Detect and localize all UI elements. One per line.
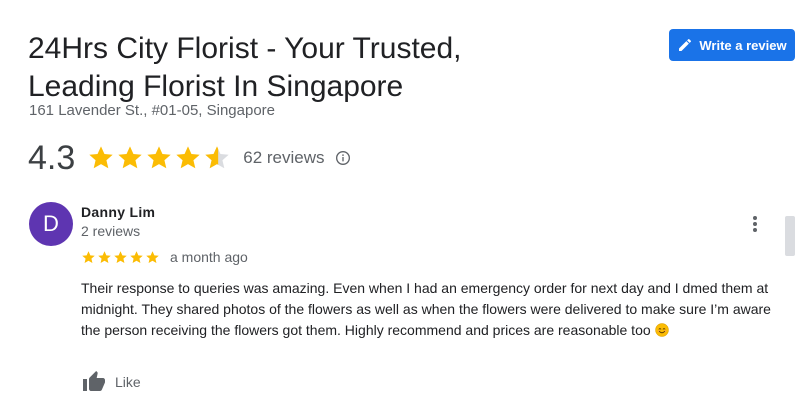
star-icon <box>114 250 127 263</box>
business-address: 161 Lavender St., #01-05, Singapore <box>29 102 276 119</box>
star-icon <box>82 250 95 263</box>
star-icon <box>118 146 142 169</box>
business-title-line-1: 24Hrs City Florist - Your Trusted, <box>28 32 462 65</box>
scrollbar-thumb[interactable] <box>785 216 795 256</box>
star-icon <box>89 146 113 169</box>
half-star-icon <box>205 146 229 169</box>
star-icon <box>147 146 171 169</box>
star-icon <box>130 250 143 263</box>
business-title: 24Hrs City Florist - Your Trusted, Leadi… <box>28 30 628 106</box>
pencil-icon <box>679 38 692 51</box>
place-reviews-panel: 24Hrs City Florist - Your Trusted, Leadi… <box>0 0 800 420</box>
star-icon <box>98 250 111 263</box>
rating-summary: 4.3 62 reviews <box>28 138 351 178</box>
info-icon[interactable] <box>335 150 351 166</box>
more-options-icon[interactable] <box>745 212 765 236</box>
review-date: a month ago <box>170 249 248 265</box>
review-rating-row: a month ago <box>81 249 248 265</box>
rating-value: 4.3 <box>28 138 76 177</box>
star-icon <box>176 146 200 169</box>
smiling-face-icon <box>654 323 669 337</box>
thumbs-up-icon <box>83 371 105 391</box>
write-review-button[interactable]: Write a review <box>669 29 795 61</box>
star-icon <box>146 250 159 263</box>
rating-stars <box>87 144 231 172</box>
reviewer-name[interactable]: Danny Lim <box>81 204 155 220</box>
like-label: Like <box>115 374 141 390</box>
business-title-line-2: Leading Florist In Singapore <box>28 70 404 103</box>
reviewer-review-count: 2 reviews <box>81 223 141 239</box>
like-button[interactable]: Like <box>81 370 141 394</box>
write-review-label: Write a review <box>699 37 787 53</box>
review-stars <box>81 250 160 265</box>
avatar[interactable]: D <box>29 202 73 246</box>
review-count-link[interactable]: 62 reviews <box>243 148 324 168</box>
review-text: Their response to queries was amazing. E… <box>81 278 771 341</box>
